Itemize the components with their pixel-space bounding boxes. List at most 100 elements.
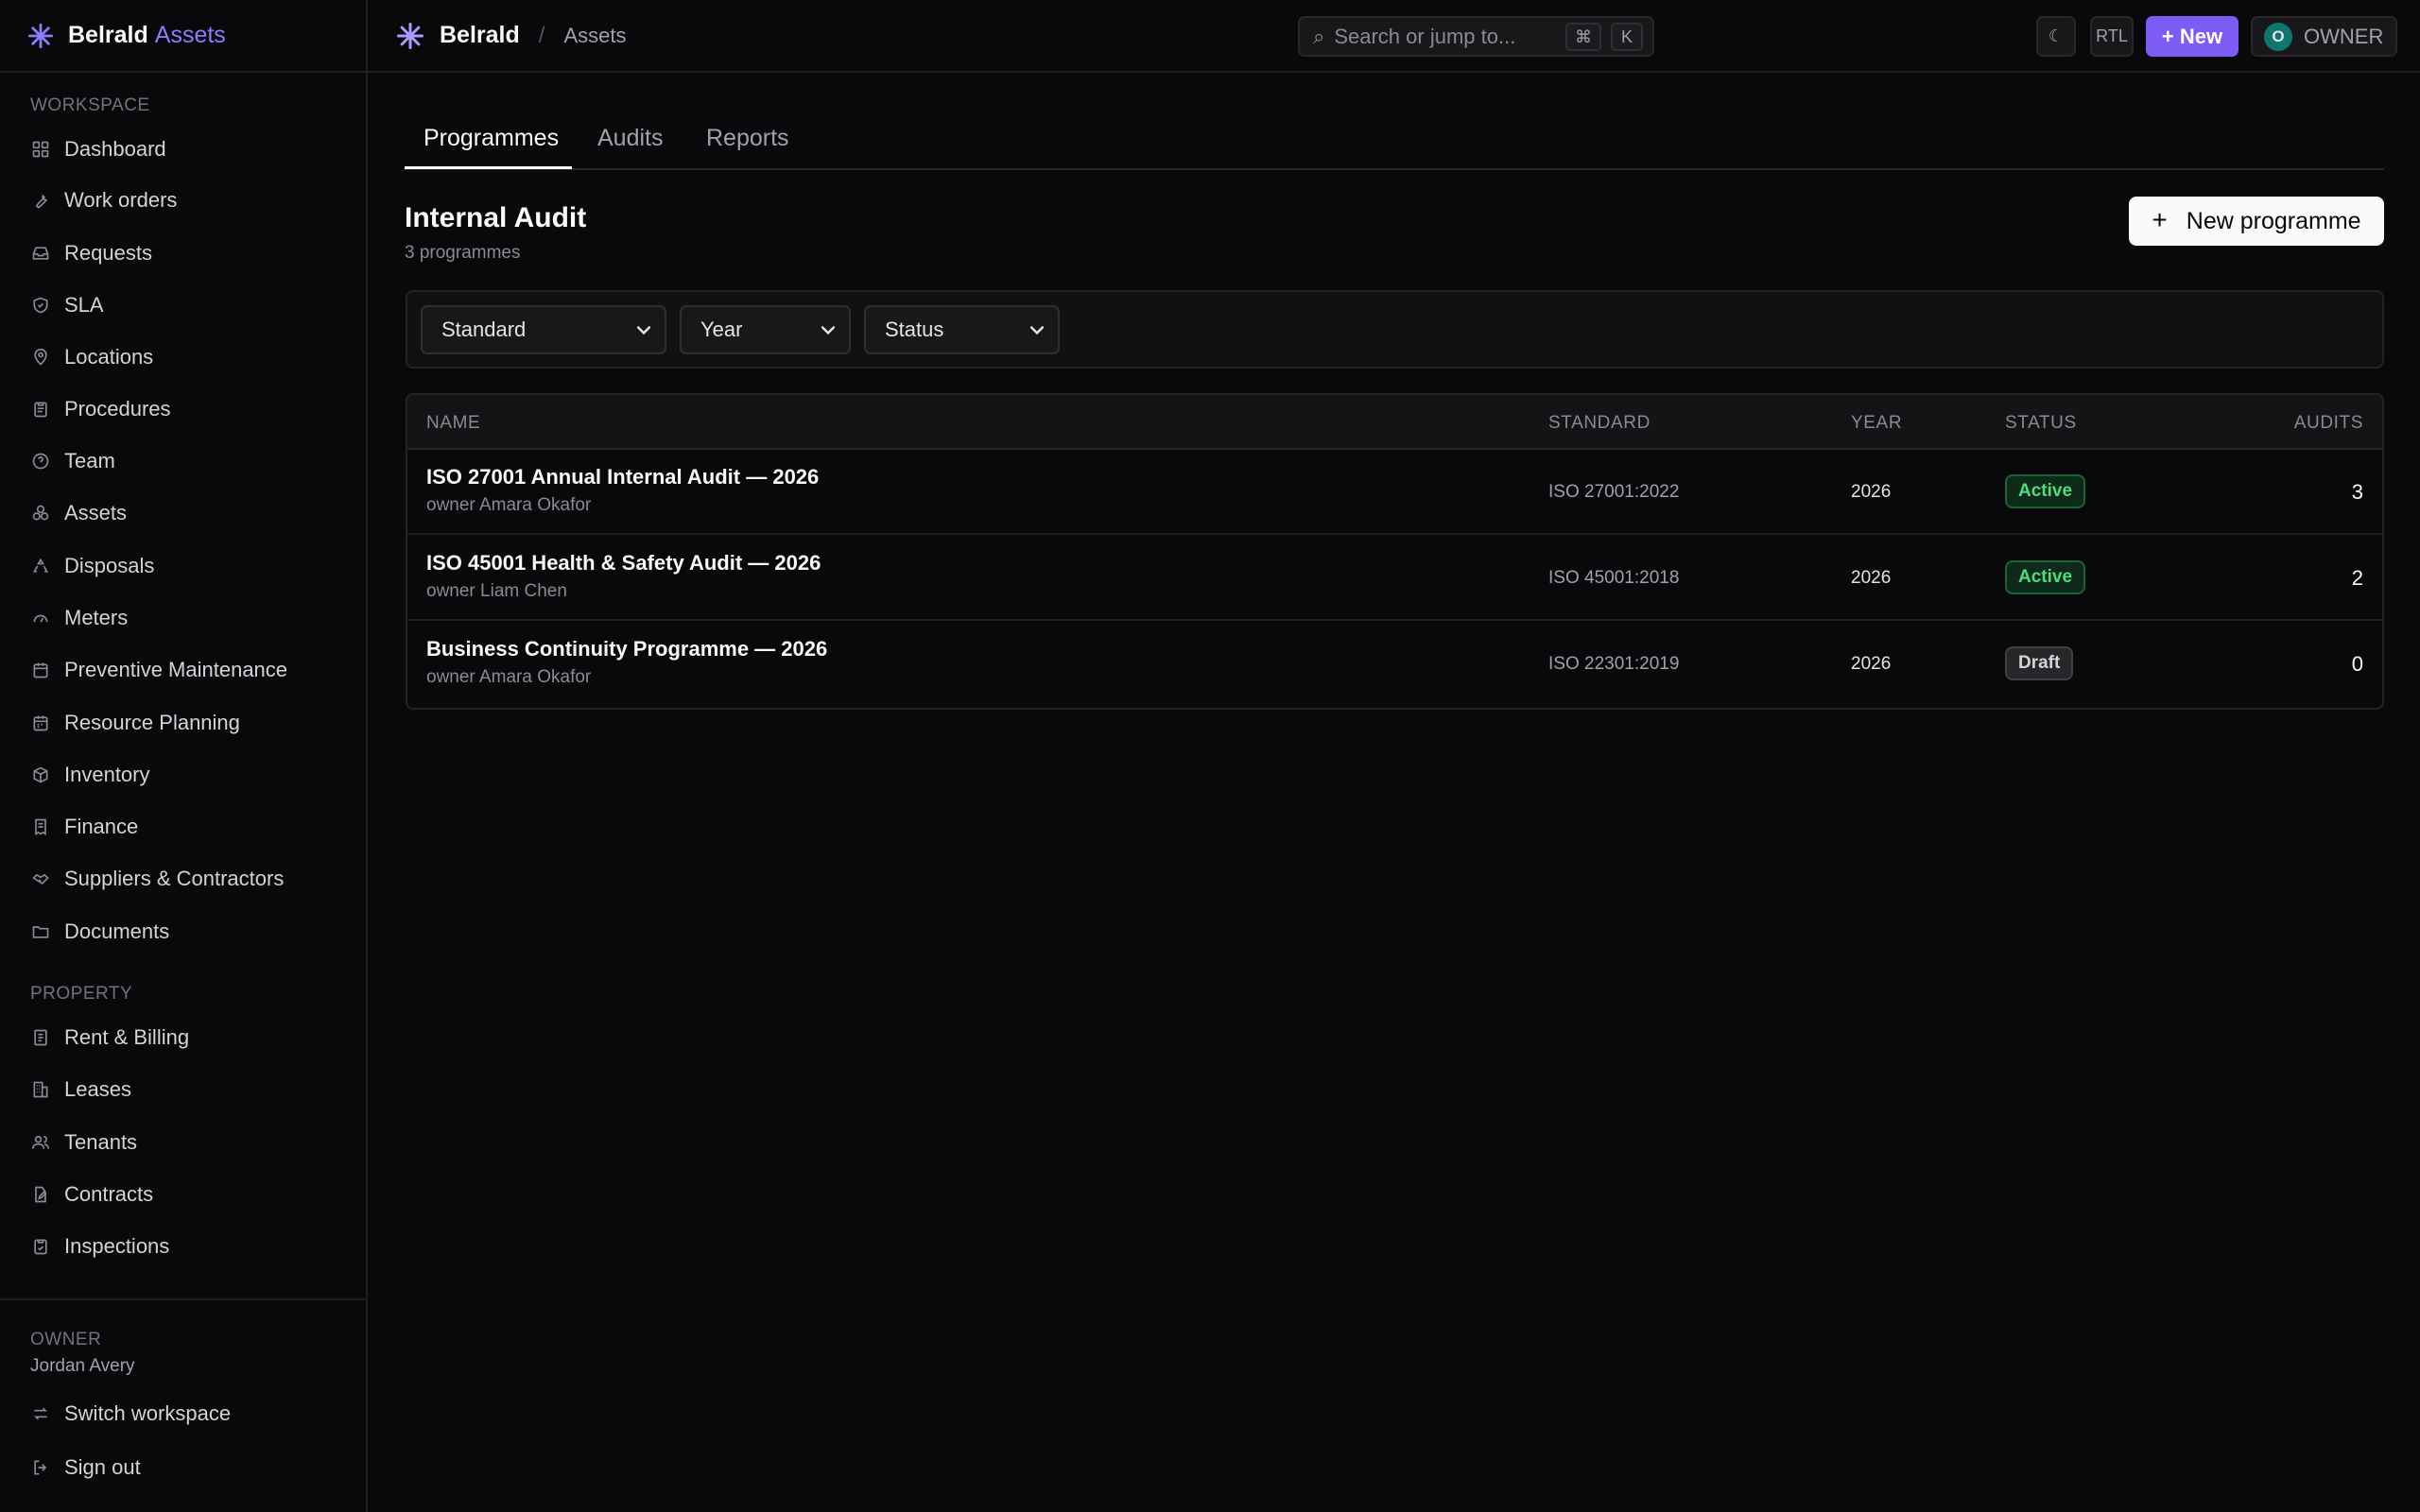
sidebar-item-procedures[interactable]: Procedures bbox=[30, 390, 171, 428]
standard-filter-value: Standard bbox=[441, 318, 527, 341]
standard-filter-select[interactable]: Standard bbox=[421, 305, 666, 354]
handshake-icon bbox=[30, 868, 51, 889]
sidebar-item-inspections[interactable]: Inspections bbox=[30, 1228, 169, 1265]
column-header-audits[interactable]: AUDITS bbox=[2294, 413, 2363, 434]
breadcrumb-separator: / bbox=[538, 22, 545, 48]
account-menu-button[interactable]: O OWNER bbox=[2251, 16, 2397, 57]
table-row[interactable]: ISO 45001 Health & Safety Audit — 2026 o… bbox=[407, 536, 2382, 621]
active-tab-indicator bbox=[405, 166, 572, 169]
tab-bar: Programmes Audits Reports bbox=[405, 104, 2384, 170]
breadcrumb: Belrald / Assets bbox=[396, 22, 626, 50]
sidebar-item-assets[interactable]: Assets bbox=[30, 494, 127, 532]
sidebar-item-label: Disposals bbox=[64, 554, 155, 577]
clipboard-icon bbox=[30, 399, 51, 420]
status-filter-select[interactable]: Status bbox=[864, 305, 1060, 354]
brand-name: Belrald Assets bbox=[68, 22, 226, 48]
recycle-icon bbox=[30, 556, 51, 576]
sidebar-item-contracts[interactable]: Contracts bbox=[30, 1176, 153, 1213]
chevron-down-icon bbox=[636, 326, 651, 335]
brand[interactable]: Belrald Assets bbox=[0, 0, 366, 73]
chevron-down-icon bbox=[821, 326, 836, 335]
sidebar-item-dashboard[interactable]: Dashboard bbox=[30, 130, 166, 168]
sidebar-item-disposals[interactable]: Disposals bbox=[30, 547, 154, 585]
topbar: Belrald / Assets ⌕ Search or jump to... … bbox=[368, 0, 2420, 73]
rtl-toggle-button[interactable]: RTL bbox=[2090, 16, 2134, 57]
sidebar-item-rent-billing[interactable]: Rent & Billing bbox=[30, 1019, 189, 1057]
sidebar-item-label: Assets bbox=[64, 501, 128, 524]
breadcrumb-workspace[interactable]: Belrald bbox=[440, 22, 520, 49]
sidebar-item-label: Inspections bbox=[64, 1234, 170, 1258]
programme-name[interactable]: ISO 45001 Health & Safety Audit — 2026 bbox=[426, 551, 821, 576]
asterisk-logo-icon bbox=[26, 22, 55, 50]
column-header-name[interactable]: NAME bbox=[426, 413, 480, 434]
breadcrumb-current: Assets bbox=[563, 23, 627, 47]
new-programme-label: New programme bbox=[2186, 207, 2361, 234]
clipboard-check-icon bbox=[30, 1236, 51, 1257]
tab-audits[interactable]: Audits bbox=[597, 125, 663, 152]
sidebar-item-label: Finance bbox=[64, 815, 139, 838]
switch-workspace-label: Switch workspace bbox=[64, 1401, 232, 1425]
programme-standard: ISO 27001:2022 bbox=[1548, 482, 1680, 502]
status-badge: Draft bbox=[2005, 646, 2074, 680]
audit-count: 0 bbox=[2351, 652, 2363, 676]
new-programme-button[interactable]: + New programme bbox=[2129, 197, 2384, 246]
sidebar-item-locations[interactable]: Locations bbox=[30, 338, 153, 376]
new-button[interactable]: + New bbox=[2146, 16, 2238, 57]
package-icon bbox=[30, 765, 51, 785]
sidebar-item-meters[interactable]: Meters bbox=[30, 599, 128, 637]
sidebar-item-work-orders[interactable]: Work orders bbox=[30, 181, 177, 219]
sidebar-item-documents[interactable]: Documents bbox=[30, 913, 169, 951]
column-header-year[interactable]: YEAR bbox=[1851, 413, 1902, 434]
sidebar-item-tenants[interactable]: Tenants bbox=[30, 1124, 137, 1161]
sidebar-item-preventive-maintenance[interactable]: Preventive Maintenance bbox=[30, 651, 287, 689]
tab-reports[interactable]: Reports bbox=[706, 125, 789, 152]
sidebar-item-requests[interactable]: Requests bbox=[30, 234, 152, 272]
search-input[interactable]: ⌕ Search or jump to... ⌘ K bbox=[1298, 16, 1654, 57]
sidebar-item-leases[interactable]: Leases bbox=[30, 1071, 131, 1108]
programme-count: 3 programmes bbox=[405, 243, 521, 263]
sidebar-item-team[interactable]: Team bbox=[30, 442, 115, 480]
sign-out-button[interactable]: Sign out bbox=[30, 1449, 141, 1486]
sidebar-item-resource-planning[interactable]: Resource Planning bbox=[30, 704, 240, 742]
column-header-status[interactable]: STATUS bbox=[2005, 413, 2077, 434]
sidebar-item-sla[interactable]: SLA bbox=[30, 286, 104, 324]
table-row[interactable]: ISO 27001 Annual Internal Audit — 2026 o… bbox=[407, 450, 2382, 535]
sidebar-item-label: Procedures bbox=[64, 397, 171, 421]
filter-bar: Standard Year Status bbox=[406, 290, 2384, 369]
table-header: NAME STANDARD YEAR STATUS AUDITS bbox=[407, 395, 2382, 450]
gauge-icon bbox=[30, 608, 51, 628]
sidebar-section-property: PROPERTY bbox=[30, 984, 133, 1004]
moon-icon: ☾ bbox=[2048, 26, 2065, 45]
sidebar-item-label: Preventive Maintenance bbox=[64, 658, 288, 681]
shield-icon bbox=[30, 295, 51, 316]
year-filter-value: Year bbox=[700, 318, 743, 341]
theme-toggle-button[interactable]: ☾ bbox=[2036, 16, 2076, 57]
sidebar-item-finance[interactable]: Finance bbox=[30, 808, 138, 846]
sidebar-divider bbox=[0, 1298, 368, 1300]
programme-year: 2026 bbox=[1851, 654, 1892, 674]
programme-owner: owner Amara Okafor bbox=[426, 667, 592, 687]
shortcut-cmd-key: ⌘ bbox=[1565, 23, 1601, 51]
sidebar-item-label: Inventory bbox=[64, 763, 150, 786]
calendar-icon bbox=[30, 660, 51, 680]
table-row[interactable]: Business Continuity Programme — 2026 own… bbox=[407, 622, 2382, 707]
programme-year: 2026 bbox=[1851, 482, 1892, 502]
sidebar-item-label: Suppliers & Contractors bbox=[64, 867, 285, 890]
column-header-standard[interactable]: STANDARD bbox=[1548, 413, 1651, 434]
sidebar-item-label: Locations bbox=[64, 345, 154, 369]
programme-name[interactable]: ISO 27001 Annual Internal Audit — 2026 bbox=[426, 465, 819, 490]
search-placeholder: Search or jump to... bbox=[1334, 24, 1516, 48]
switch-workspace-button[interactable]: Switch workspace bbox=[30, 1395, 231, 1433]
sidebar-owner-label: OWNER bbox=[30, 1330, 102, 1349]
wrench-icon bbox=[30, 190, 51, 211]
sidebar-item-inventory[interactable]: Inventory bbox=[30, 756, 150, 794]
sidebar-item-suppliers-contractors[interactable]: Suppliers & Contractors bbox=[30, 860, 284, 898]
sidebar-item-label: Team bbox=[64, 449, 115, 472]
year-filter-select[interactable]: Year bbox=[680, 305, 851, 354]
tab-programmes[interactable]: Programmes bbox=[424, 125, 559, 152]
boxes-icon bbox=[30, 503, 51, 524]
building-icon bbox=[30, 1079, 51, 1100]
programme-owner: owner Amara Okafor bbox=[426, 495, 592, 515]
programme-name[interactable]: Business Continuity Programme — 2026 bbox=[426, 637, 827, 662]
programme-year: 2026 bbox=[1851, 568, 1892, 588]
